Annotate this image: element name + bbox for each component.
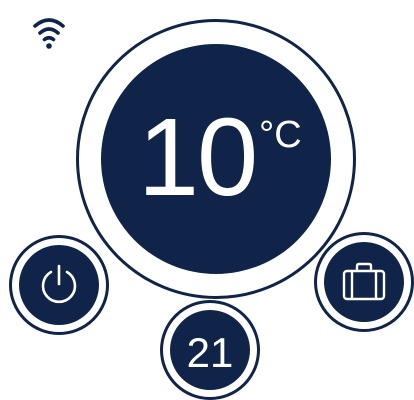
power-icon — [41, 264, 77, 304]
temperature-unit: °C — [259, 114, 302, 156]
briefcase-icon — [342, 262, 386, 301]
current-temperature: 10 — [137, 96, 258, 219]
setpoint-value: 21 — [186, 329, 234, 376]
wifi-icon — [33, 18, 65, 49]
